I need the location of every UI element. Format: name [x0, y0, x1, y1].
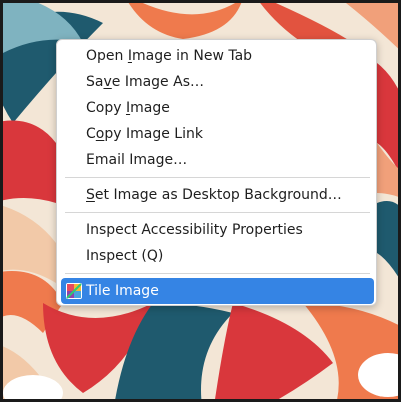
menu-item-accesskey: S [86, 187, 95, 203]
menu-item-copy-image-link[interactable]: Copy Image Link [61, 121, 374, 147]
menu-item-inspect[interactable]: Inspect (Q) [61, 243, 374, 269]
menu-separator [65, 212, 370, 213]
menu-item-set-desktop-background[interactable]: Set Image as Desktop Background… [61, 182, 374, 208]
menu-item-label: Sa [86, 74, 104, 90]
menu-item-label: mage [130, 100, 170, 116]
menu-item-email-image[interactable]: Email Image… [61, 147, 374, 173]
menu-separator [65, 273, 370, 274]
menu-item-accesskey: v [103, 74, 112, 90]
screenshot-frame: Open Image in New Tab Save Image As… Cop… [0, 0, 401, 402]
menu-item-tile-image[interactable]: Tile Image [61, 278, 374, 304]
menu-item-label: Inspect Accessibility Properties [86, 222, 303, 238]
menu-item-label: Copy [86, 100, 126, 116]
menu-item-inspect-accessibility[interactable]: Inspect Accessibility Properties [61, 217, 374, 243]
menu-item-open-image-new-tab[interactable]: Open Image in New Tab [61, 43, 374, 69]
menu-item-label: et Image as Desktop Background… [94, 187, 342, 203]
tile-image-icon [66, 283, 82, 299]
menu-item-label: Open [86, 48, 128, 64]
menu-item-label: Inspect (Q) [86, 248, 164, 264]
menu-item-label: Email Image… [86, 152, 188, 168]
menu-item-label: e Image As… [111, 74, 204, 90]
menu-item-save-image-as[interactable]: Save Image As… [61, 69, 374, 95]
context-menu: Open Image in New Tab Save Image As… Cop… [56, 39, 377, 306]
menu-item-label: mage in New Tab [131, 48, 253, 64]
menu-item-label: Tile Image [86, 283, 159, 299]
menu-item-label: C [86, 126, 96, 142]
menu-separator [65, 177, 370, 178]
menu-item-copy-image[interactable]: Copy Image [61, 95, 374, 121]
menu-item-label: py Image Link [104, 126, 203, 142]
